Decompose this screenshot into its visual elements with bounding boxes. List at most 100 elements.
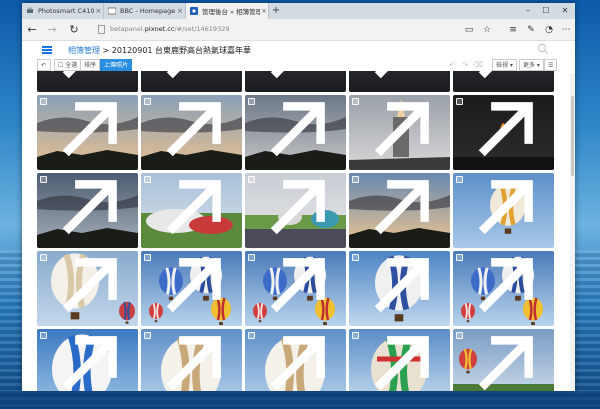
view-mode-label: 檢視 [496,62,509,69]
photo-thumbnail[interactable] [349,251,450,326]
photo-thumbnail[interactable] [245,329,346,391]
expand-icon[interactable] [141,175,239,248]
expand-icon[interactable] [349,71,447,92]
photo-thumbnail[interactable] [37,71,138,92]
search-icon[interactable] [537,43,549,55]
rotate-left-icon[interactable]: ↶ [447,60,457,70]
expand-icon[interactable] [37,253,135,326]
expand-icon[interactable] [453,71,551,92]
photo-thumbnail[interactable] [141,251,242,326]
expand-icon[interactable] [453,331,551,391]
photo-thumbnail[interactable] [349,71,450,92]
list-menu-button[interactable]: ☰ [544,59,558,71]
url-prefix: betapanel. [110,25,145,33]
photo-thumbnail[interactable] [349,329,450,391]
new-tab-button[interactable]: + [269,3,283,19]
more-actions-label: 更多 [523,62,536,69]
photo-thumbnail[interactable] [245,251,346,326]
photo-thumbnail[interactable] [453,329,554,391]
expand-icon[interactable] [37,175,135,248]
photo-thumbnail[interactable] [453,173,554,248]
taskbar [0,391,600,409]
breadcrumb-album-manager[interactable]: 相簿管理 [68,46,100,55]
expand-icon[interactable] [349,253,447,326]
forward-arrow-icon[interactable]: → [44,22,60,38]
photo-thumbnail[interactable] [453,251,554,326]
expand-icon[interactable] [349,97,447,170]
photo-thumbnail[interactable] [37,329,138,391]
rotate-right-icon[interactable]: ↷ [460,60,470,70]
browser-window: Photosmart C410a × BBC - Homepage × 管理後台… [22,3,575,391]
close-tab-icon[interactable]: × [260,7,268,15]
select-all-label: 全選 [65,62,78,69]
printer-icon [27,7,33,13]
refresh-icon[interactable]: ↻ [66,22,82,38]
back-arrow-icon[interactable]: ← [24,22,40,38]
pixnet-icon [190,7,198,15]
favorite-star-icon[interactable]: ☆ [480,23,494,37]
photo-thumbnail[interactable] [245,71,346,92]
photo-thumbnail[interactable] [453,71,554,92]
close-tab-icon[interactable]: × [94,7,103,15]
more-actions-button[interactable]: 更多 ▾ [519,59,544,71]
photo-thumbnail[interactable] [349,95,450,170]
web-note-icon[interactable]: ✎ [524,23,538,37]
photo-grid [37,71,557,391]
photo-thumbnail[interactable] [141,95,242,170]
select-all-button[interactable]: ☐ 全選 [54,59,82,71]
expand-icon[interactable] [141,71,239,92]
expand-icon[interactable] [349,175,447,248]
expand-icon[interactable] [245,331,343,391]
expand-icon[interactable] [349,331,447,391]
expand-icon[interactable] [245,97,343,170]
url-field[interactable]: betapanel.pixnet.cc/#/set/14619329 [110,25,229,33]
hub-icon[interactable]: ≡ [506,23,520,37]
expand-icon[interactable] [245,175,343,248]
photo-thumbnail[interactable] [37,251,138,326]
photo-thumbnail[interactable] [141,173,242,248]
expand-icon[interactable] [453,253,551,326]
address-bar: ← → ↻ betapanel.pixnet.cc/#/set/14619329… [22,19,575,41]
expand-icon[interactable] [453,175,551,248]
delete-icon[interactable]: ⌫ [473,60,483,70]
tab-title: 管理後台 » 相簿管理 » 2 [202,8,260,16]
photo-thumbnail[interactable] [349,173,450,248]
expand-icon[interactable] [37,71,135,92]
close-tab-icon[interactable]: × [175,7,185,15]
tab-photosmart[interactable]: Photosmart C410a × [22,3,104,19]
photo-thumbnail[interactable] [37,173,138,248]
photo-thumbnail[interactable] [245,95,346,170]
photo-thumbnail[interactable] [141,71,242,92]
page-icon [98,25,105,34]
view-mode-button[interactable]: 檢視 ▾ [492,59,517,71]
photo-thumbnail[interactable] [245,173,346,248]
more-icon[interactable]: ⋯ [559,23,573,37]
page-title: 20120901 台東鹿野高台熱氣球嘉年華 [111,46,252,55]
reading-view-icon[interactable]: ▭ [462,23,476,37]
expand-icon[interactable] [245,71,343,92]
share-icon[interactable]: ◔ [542,23,556,37]
tab-bbc[interactable]: BBC - Homepage × [104,3,186,19]
scrollbar-thumb[interactable] [571,96,574,176]
tab-strip: Photosmart C410a × BBC - Homepage × 管理後台… [22,3,575,19]
minimize-button[interactable]: – [519,3,537,19]
expand-icon[interactable] [245,253,343,326]
maximize-button[interactable]: ☐ [537,3,555,19]
photo-thumbnail[interactable] [453,95,554,170]
photo-thumbnail[interactable] [37,95,138,170]
expand-icon[interactable] [37,97,135,170]
expand-icon[interactable] [37,331,135,391]
menu-icon[interactable] [42,46,52,54]
sort-button[interactable]: 排序 [80,59,101,71]
expand-icon[interactable] [453,97,551,170]
close-window-button[interactable]: ✕ [556,3,574,19]
upload-photos-button[interactable]: 上傳照片 [100,59,133,71]
expand-icon[interactable] [141,97,239,170]
tab-title: Photosmart C410a [38,7,94,15]
undo-button[interactable]: ↶ [37,59,51,71]
expand-icon[interactable] [141,253,239,326]
url-path: /#/set/14619329 [174,25,230,33]
photo-thumbnail[interactable] [141,329,242,391]
expand-icon[interactable] [141,331,239,391]
tab-pixnet-admin[interactable]: 管理後台 » 相簿管理 » 2 × [186,3,269,19]
